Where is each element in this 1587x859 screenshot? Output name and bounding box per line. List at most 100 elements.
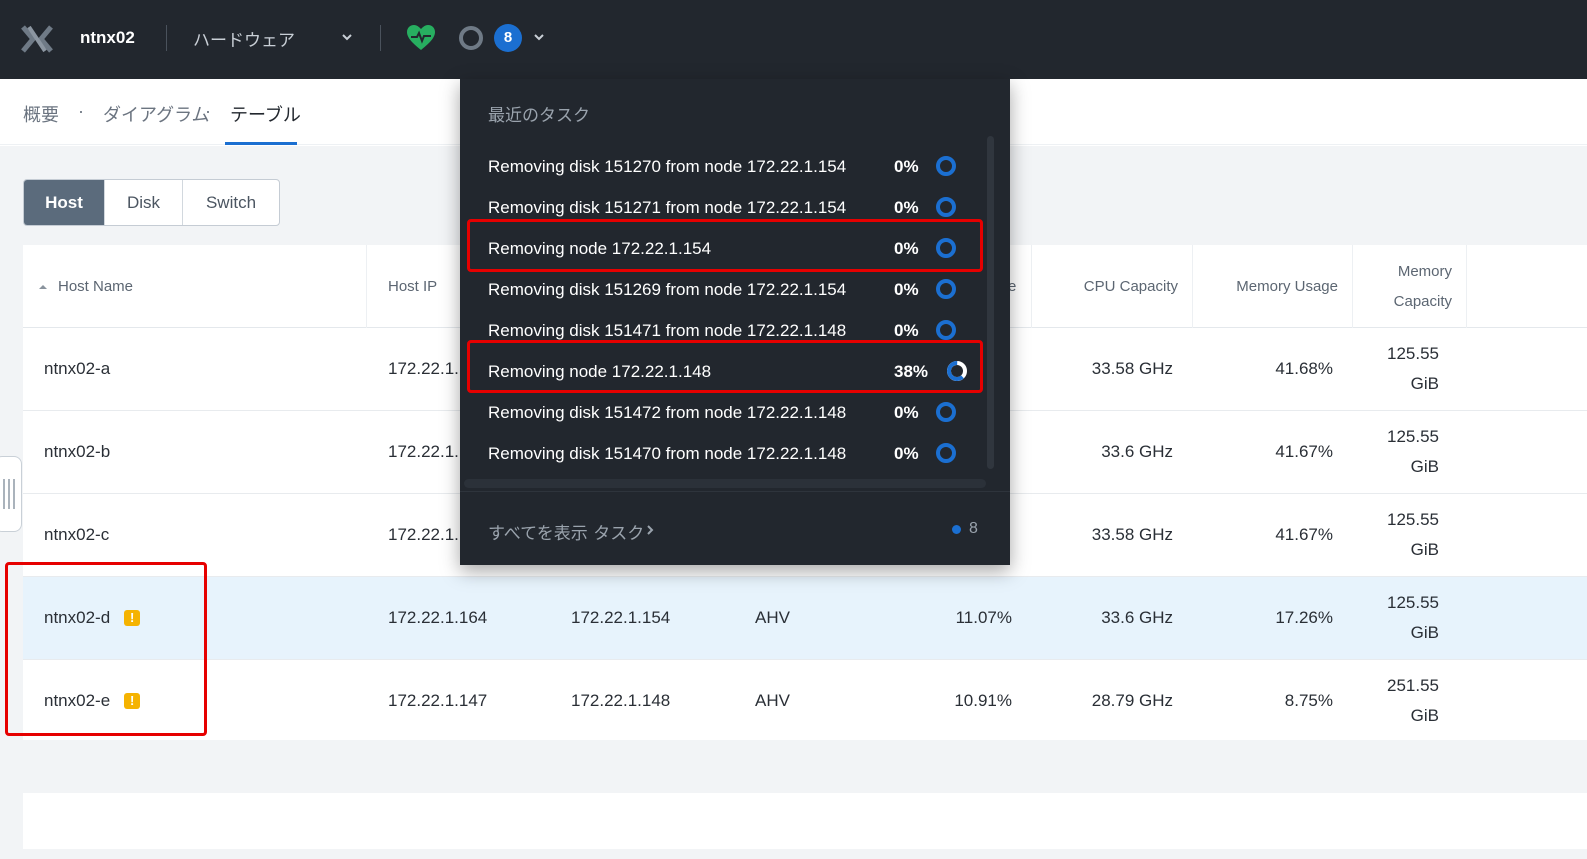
task-label: Removing disk 151470 from node 172.22.1.… [488, 444, 847, 463]
task-item[interactable]: Removing disk 151471 from node 172.22.1.… [460, 310, 1010, 351]
main-menu-label[interactable]: ハードウェア [193, 26, 295, 51]
column-header-cpu-capacity[interactable]: CPU Capacity [1032, 245, 1193, 328]
memory-usage: 41.67% [1275, 525, 1333, 544]
running-status-dot [952, 525, 961, 534]
tab-table[interactable]: テーブル [230, 101, 301, 127]
nutanix-logo-icon[interactable] [20, 24, 54, 54]
task-percent: 0% [894, 280, 919, 299]
task-percent: 38% [894, 362, 929, 381]
warning-icon[interactable]: ! [124, 693, 141, 709]
memory-usage: 41.68% [1275, 359, 1333, 378]
column-header-partial[interactable]: e [1008, 245, 1032, 328]
column-header-label: Memory Usage [1236, 278, 1338, 295]
memory-usage: 41.67% [1275, 442, 1333, 461]
task-percent: 0% [894, 444, 919, 463]
memory-capacity-value: 125.55 [1387, 593, 1439, 612]
host-name[interactable]: ntnx02-a [44, 328, 110, 410]
hypervisor: AHV [755, 691, 790, 710]
tab-diagram[interactable]: ダイアグラム [103, 101, 210, 127]
cpu-capacity: 33.58 GHz [1091, 359, 1173, 378]
column-header-memory-capacity[interactable]: Memory Capacity [1353, 245, 1467, 328]
host-name[interactable]: ntnx02-d [44, 608, 110, 628]
task-item[interactable]: Removing node 172.22.1.154 0% [460, 228, 1010, 269]
health-heart-icon[interactable] [406, 24, 436, 52]
divider [380, 25, 381, 51]
column-header-memory-usage[interactable]: Memory Usage [1193, 245, 1353, 328]
breadcrumb-separator: · [78, 101, 84, 121]
task-count-badge[interactable]: 8 [494, 24, 522, 52]
host-name[interactable]: ntnx02-e [44, 691, 110, 711]
switch-toggle[interactable]: Switch [183, 180, 279, 225]
top-bar: ntnx02 ハードウェア 8 [0, 0, 1587, 79]
chevron-down-icon[interactable] [532, 30, 546, 44]
task-item[interactable]: Removing disk 151472 from node 172.22.1.… [460, 392, 1010, 433]
memory-capacity-value: 125.55 [1387, 344, 1439, 363]
memory-capacity-value: 251.55 [1387, 676, 1439, 695]
memory-capacity-value: 125.55 [1387, 510, 1439, 529]
host-name-cell[interactable]: ntnx02-e ! [44, 660, 141, 742]
disk-toggle[interactable]: Disk [105, 180, 183, 225]
memory-capacity: 125.55 GiB [1353, 328, 1439, 410]
task-item[interactable]: Removing node 172.22.1.148 38% [460, 351, 1010, 392]
chevron-down-icon[interactable] [340, 30, 354, 44]
sidebar-drag-handle[interactable] [0, 456, 22, 532]
memory-capacity-unit: GiB [1410, 457, 1439, 476]
memory-usage: 17.26% [1275, 608, 1333, 627]
column-header-label: Host Name [58, 278, 134, 295]
task-percent: 0% [894, 239, 919, 258]
task-percent: 0% [894, 321, 919, 340]
cluster-name[interactable]: ntnx02 [80, 28, 135, 48]
column-header-label: Memory [1397, 262, 1452, 280]
column-header-host-ip[interactable]: Host IP [367, 245, 467, 328]
tab-overview[interactable]: 概要 [23, 101, 59, 127]
task-item[interactable]: Removing disk 151269 from node 172.22.1.… [460, 269, 1010, 310]
panel-title: 最近のタスク [488, 106, 590, 126]
task-item[interactable]: Removing disk 151270 from node 172.22.1.… [460, 146, 1010, 187]
progress-ring-icon [936, 402, 956, 422]
host-ip: 172.22.1.164 [388, 608, 488, 627]
host-ip: 172.22.1.1 [388, 359, 469, 378]
task-label: Removing disk 151271 from node 172.22.1.… [488, 198, 847, 217]
chevron-right-icon[interactable] [644, 523, 656, 537]
cpu-capacity: 33.6 GHz [1101, 442, 1173, 461]
host-name[interactable]: ntnx02-b [44, 411, 110, 493]
cpu-usage: 10.91% [954, 691, 1012, 710]
host-name-cell[interactable]: ntnx02-d ! [44, 577, 141, 659]
host-toggle[interactable]: Host [24, 180, 105, 225]
breadcrumb-separator: · [205, 101, 211, 121]
progress-ring-icon [936, 279, 956, 299]
memory-capacity: 125.55 GiB [1353, 494, 1439, 576]
task-label: Removing node 172.22.1.148 [488, 362, 712, 381]
vertical-scrollbar[interactable] [987, 136, 994, 469]
horizontal-scrollbar[interactable] [464, 479, 986, 488]
alert-circle-icon[interactable] [458, 25, 484, 51]
column-header-label: CPU Capacity [1083, 278, 1178, 295]
task-label: Removing disk 151471 from node 172.22.1.… [488, 321, 847, 340]
progress-ring-icon [947, 361, 967, 381]
hypervisor: AHV [755, 608, 790, 627]
table-spacer [23, 740, 1587, 793]
view-all-tasks-link[interactable]: すべてを表示 タスク [488, 519, 644, 544]
sort-asc-icon [39, 284, 47, 289]
cpu-capacity: 33.58 GHz [1091, 525, 1173, 544]
cvm-ip: 172.22.1.154 [571, 608, 671, 627]
warning-icon[interactable]: ! [124, 610, 141, 626]
memory-usage: 8.75% [1284, 691, 1333, 710]
task-item[interactable]: Removing disk 151470 from node 172.22.1.… [460, 433, 1010, 474]
divider [460, 491, 1010, 492]
task-label: Removing disk 151472 from node 172.22.1.… [488, 403, 847, 422]
table-row[interactable]: ntnx02-e ! 172.22.1.147 172.22.1.148 AHV… [23, 660, 1587, 743]
cvm-ip: 172.22.1.148 [571, 691, 671, 710]
host-name[interactable]: ntnx02-c [44, 494, 109, 576]
memory-capacity-value: 125.55 [1387, 427, 1439, 446]
task-percent: 0% [894, 198, 919, 217]
column-header-host-name[interactable]: Host Name [23, 245, 367, 328]
task-item[interactable]: Removing disk 151271 from node 172.22.1.… [460, 187, 1010, 228]
memory-capacity-unit: GiB [1410, 623, 1439, 642]
memory-capacity-unit: GiB [1410, 374, 1439, 393]
task-percent: 0% [894, 157, 919, 176]
table-row-selected[interactable]: ntnx02-d ! 172.22.1.164 172.22.1.154 AHV… [23, 577, 1587, 660]
host-ip: 172.22.1.1 [388, 442, 469, 461]
column-header-label: Host IP [388, 278, 438, 295]
progress-ring-icon [936, 156, 956, 176]
